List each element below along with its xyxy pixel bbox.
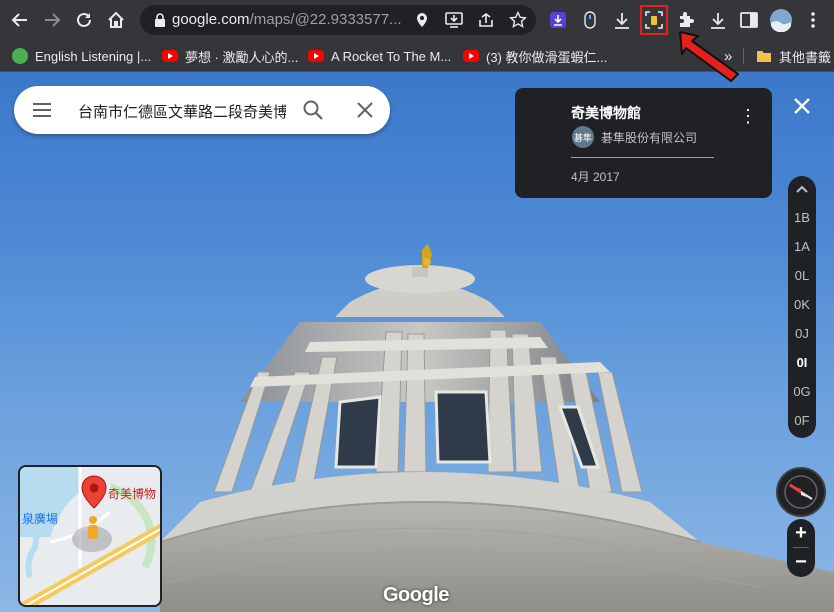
zoom-divider bbox=[793, 547, 809, 548]
install-app-icon[interactable] bbox=[444, 10, 464, 30]
close-icon[interactable] bbox=[354, 99, 376, 121]
chevron-up-icon[interactable] bbox=[796, 184, 808, 194]
more-options-icon[interactable]: ⋮ bbox=[739, 106, 757, 126]
extension-download-icon[interactable] bbox=[546, 8, 570, 32]
extension-mouse-icon[interactable] bbox=[578, 8, 602, 32]
floor-button[interactable]: 0J bbox=[788, 326, 816, 341]
capture-date: 4月 2017 bbox=[571, 170, 620, 184]
bookmark-rocket[interactable]: A Rocket To The M... bbox=[308, 47, 451, 65]
minimap-place-label: 奇美博物 bbox=[108, 487, 157, 501]
zoom-controls: + − bbox=[787, 519, 815, 577]
bookmark-label: 夢想 · 激勵人心的... bbox=[185, 49, 299, 65]
other-bookmarks[interactable]: 其他書籤 bbox=[756, 47, 831, 65]
maps-search-box[interactable]: 台南市仁德區文華路二段奇美博物館 bbox=[14, 86, 390, 134]
google-logo: Google bbox=[383, 584, 449, 606]
floor-button-active[interactable]: 0I bbox=[788, 355, 816, 370]
card-divider bbox=[571, 157, 714, 158]
home-icon bbox=[108, 11, 124, 28]
url-text: google.com/maps/@22.9333577... bbox=[172, 11, 404, 28]
youtube-icon bbox=[162, 48, 178, 64]
profile-avatar[interactable] bbox=[769, 8, 793, 32]
other-bookmarks-label: 其他書籤 bbox=[779, 49, 832, 65]
bookmark-label: English Listening |... bbox=[35, 48, 152, 64]
youtube-icon bbox=[463, 48, 479, 64]
url-host: google.com bbox=[172, 11, 250, 28]
extension-download-arrow-icon[interactable] bbox=[610, 8, 634, 32]
author-name[interactable]: 碁隼股份有限公司 bbox=[601, 129, 697, 146]
bookmark-shrimp[interactable]: (3) 教你做滑蛋蝦仁... bbox=[463, 47, 607, 65]
place-title[interactable]: 奇美博物館 bbox=[571, 103, 641, 123]
highlight-box bbox=[640, 5, 668, 35]
reload-button[interactable] bbox=[70, 6, 98, 34]
floor-button[interactable]: 1A bbox=[788, 239, 816, 254]
bookmark-label: A Rocket To The M... bbox=[331, 48, 452, 64]
bookmark-label: (3) 教你做滑蛋蝦仁... bbox=[486, 49, 608, 65]
menu-icon[interactable] bbox=[32, 101, 52, 119]
search-icon[interactable] bbox=[302, 99, 324, 121]
compass-icon bbox=[784, 475, 818, 509]
author-avatar: 碁隼 bbox=[572, 126, 594, 148]
floor-button[interactable]: 0G bbox=[788, 384, 816, 399]
globe-icon bbox=[12, 48, 28, 64]
back-button[interactable] bbox=[6, 6, 34, 34]
floor-button[interactable]: 0L bbox=[788, 268, 816, 283]
floor-button[interactable]: 1B bbox=[788, 210, 816, 225]
forward-button[interactable] bbox=[38, 6, 66, 34]
address-bar[interactable]: google.com/maps/@22.9333577... bbox=[140, 5, 536, 35]
search-input[interactable]: 台南市仁德區文華路二段奇美博物館 bbox=[78, 101, 286, 122]
reload-icon bbox=[77, 12, 91, 27]
street-view-panorama[interactable]: 台南市仁德區文華路二段奇美博物館 奇美博物館 碁隼 碁隼股份有限公司 4月 20… bbox=[0, 72, 834, 612]
minimap-area-label: 泉廣場 bbox=[22, 512, 59, 526]
pegman-icon bbox=[88, 516, 98, 539]
arrow-right-icon bbox=[45, 13, 61, 27]
folder-icon bbox=[756, 48, 772, 64]
zoom-out-button[interactable]: − bbox=[787, 549, 815, 575]
bookmark-dream[interactable]: 夢想 · 激勵人心的... bbox=[162, 47, 298, 65]
arrow-left-icon bbox=[11, 13, 27, 27]
youtube-icon bbox=[308, 48, 324, 64]
compass-button[interactable] bbox=[776, 467, 826, 517]
browser-menu-icon[interactable] bbox=[801, 8, 825, 32]
map-pin-icon bbox=[81, 475, 107, 509]
home-button[interactable] bbox=[102, 6, 130, 34]
floor-button[interactable]: 0K bbox=[788, 297, 816, 312]
red-annotation-arrow bbox=[679, 31, 739, 82]
location-icon[interactable] bbox=[412, 10, 432, 30]
exit-street-view-close-icon[interactable] bbox=[790, 94, 814, 118]
lock-icon bbox=[155, 13, 165, 27]
share-icon[interactable] bbox=[476, 10, 496, 30]
street-view-info-card: 奇美博物館 碁隼 碁隼股份有限公司 4月 2017 ⋮ bbox=[515, 88, 772, 198]
zoom-in-button[interactable]: + bbox=[787, 520, 815, 546]
floor-button[interactable]: 0F bbox=[788, 413, 816, 428]
bookmark-star-icon[interactable] bbox=[508, 10, 528, 30]
floor-selector: 1B 1A 0L 0K 0J 0I 0G 0F bbox=[788, 176, 816, 438]
minimap[interactable]: 奇美博物 泉廣場 bbox=[18, 465, 162, 607]
url-path: /maps/@22.9333577... bbox=[249, 11, 402, 28]
bookmark-english-listening[interactable]: English Listening |... bbox=[12, 47, 151, 65]
